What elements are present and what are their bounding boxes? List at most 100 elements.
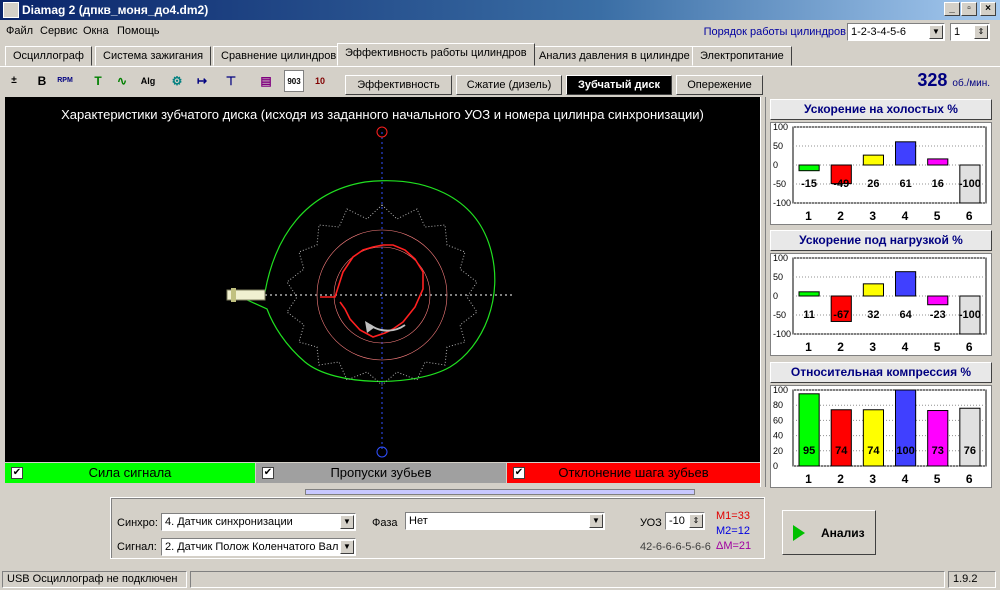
toggle-missing-teeth[interactable]: ✔ Пропуски зубьев [256,463,506,483]
toggle-signal-strength-label: Сила сигнала [88,465,172,480]
signal-value: 2. Датчик Полож Коленчатого Вал [165,541,339,553]
spinner-icon: ⇕ [974,25,988,39]
tab-power-supply[interactable]: Электропитание [692,46,792,66]
bar-value-label: 74 [835,445,848,457]
phase-select[interactable]: Нет ▼ [405,512,605,530]
chart-load-accel-title[interactable]: Ускорение под нагрузкой % [770,230,992,251]
chart-compression: 100 80 60 40 20 0 95 74 74 100 73 76 1 2 3 4 5 6 [770,385,992,488]
toolbar-icon-6[interactable]: ⚙ [167,70,187,92]
checkbox-icon: ✔ [513,467,525,479]
bar-value-label: 100 [896,445,914,457]
phase-label: Фаза [372,517,398,529]
subtab-efficiency[interactable]: Эффективность [345,75,452,95]
horizontal-splitter[interactable] [305,489,695,495]
cylinder-order-select[interactable]: 1-2-3-4-5-6 ▼ [847,23,945,41]
bar-value-label: -100 [959,309,981,321]
menu-file[interactable]: Файл [6,25,33,37]
tab-cylinder-compare[interactable]: Сравнение цилиндров [213,46,345,66]
y-tick-label: 0 [773,291,778,301]
sensor-head-icon [231,288,236,302]
subtab-compression-diesel[interactable]: Сжатие (дизель) [456,75,562,95]
analyze-button[interactable]: Анализ [782,510,876,555]
synchro-select[interactable]: 4. Датчик синхронизации ▼ [161,513,356,531]
toolbar-icon-3[interactable]: T [88,70,108,92]
x-tick-label: 1 [805,472,812,486]
chart-load-accel-svg: 100 50 0 -50 -100 11 -67 32 64 -23 -100 [773,253,987,339]
chart-idle-accel-title[interactable]: Ускорение на холостых % [770,99,992,120]
menu-help[interactable]: Помощь [117,25,160,37]
subtab-advance[interactable]: Опережение [676,75,763,95]
toothed-disk-canvas[interactable] [5,97,760,462]
toolbar-icon-1[interactable]: B [32,70,52,92]
version-text: 1.9.2 [948,571,996,588]
bar [959,407,981,467]
rpm-unit: об./мин. [952,78,990,89]
uoz-value: -10 [669,515,685,527]
toggle-step-deviation[interactable]: ✔ Отклонение шага зубьев [507,463,760,483]
toolbar-icon-9[interactable]: ▤ [256,70,276,92]
toolbar-icon-4[interactable]: ∿ [112,70,132,92]
x-tick-label: 1 [805,209,812,223]
y-tick-label: 60 [773,415,783,425]
bar-value-label: 73 [932,445,944,457]
cylinder-order-value: 1-2-3-4-5-6 [851,26,907,38]
subtab-toothed-disk[interactable]: Зубчатый диск [566,75,672,95]
uoz-spinner[interactable]: -10 ⇕ [665,512,705,530]
bar-value-label: -15 [801,178,817,190]
y-tick-label: 50 [773,141,783,151]
toolbar-icon-5[interactable]: Alg [138,70,158,92]
maximize-button[interactable]: ▫ [961,2,977,16]
x-tick-label: 3 [869,472,877,486]
toggle-signal-strength[interactable]: ✔ Сила сигнала [5,463,255,483]
bar-value-label: 64 [899,309,912,321]
toolbar-icon-0[interactable]: ± [4,70,24,92]
vertical-splitter[interactable] [760,97,766,487]
toolbar-icon-10[interactable]: 903 [284,70,304,92]
bar-value-label: 11 [803,309,815,321]
bar [798,291,820,297]
menu-windows[interactable]: Окна [83,25,109,37]
cylinder-number-spinner[interactable]: 1 ⇕ [950,23,990,41]
tab-oscilloscope[interactable]: Осциллограф [5,46,92,66]
bar-value-label: 74 [867,445,880,457]
window-title: Diamag 2 (дпкв_моня_до4.dm2) [22,3,209,17]
bar [798,164,820,172]
title-bar: Diamag 2 (дпкв_моня_до4.dm2) _ ▫ × [0,0,1000,20]
signal-select[interactable]: 2. Датчик Полож Коленчатого Вал ▼ [161,538,356,556]
spinner-icon: ⇕ [689,514,703,528]
bar-value-label: -100 [959,178,981,190]
uoz-label: УОЗ [640,517,662,529]
y-tick-label: 20 [773,446,783,456]
tab-cylinder-efficiency[interactable]: Эффективность работы цилиндров [337,43,535,66]
canvas-title: Характеристики зубчатого диска (исходя и… [61,107,704,122]
bar-value-label: 95 [803,445,815,457]
chevron-down-icon: ▼ [929,25,943,39]
chart-compression-title[interactable]: Относительная компрессия % [770,362,992,383]
chevron-down-icon: ▼ [340,540,354,554]
teeth-pattern: 42-6-6-6-5-6-6 [640,541,711,553]
toolbar-icon-8[interactable]: ⊤ [221,70,241,92]
tab-ignition[interactable]: Система зажигания [95,46,212,66]
y-tick-label: 40 [773,431,783,441]
x-tick-label: 2 [837,472,844,486]
x-tick-label: 5 [933,209,941,223]
tab-pressure-analysis[interactable]: Анализ давления в цилиндре [531,46,698,66]
bar-value-label: 61 [899,178,911,190]
y-tick-label: 0 [773,160,778,170]
rpm-value: 328 [917,70,948,90]
minimize-button[interactable]: _ [944,2,960,16]
bar [862,409,885,467]
toolbar-icon-2[interactable]: RPM [55,70,75,92]
toolbar-icon-11[interactable]: 10 [310,70,330,92]
y-tick-label: 100 [773,254,788,263]
chart-idle-accel: 100 50 0 -50 -100 -15 -49 26 61 16 -100 1 2 3 4 5 6 [770,122,992,225]
x-tick-label: 3 [869,340,877,354]
toolbar-icon-7[interactable]: ↦ [192,70,212,92]
m1-value: M1=33 [716,510,750,522]
x-tick-label: 6 [965,472,973,486]
chevron-down-icon: ▼ [589,514,603,528]
x-tick-label: 1 [805,340,812,354]
menu-service[interactable]: Сервис [40,25,78,37]
rotation-arrow-icon [369,324,406,332]
close-button[interactable]: × [980,2,996,16]
